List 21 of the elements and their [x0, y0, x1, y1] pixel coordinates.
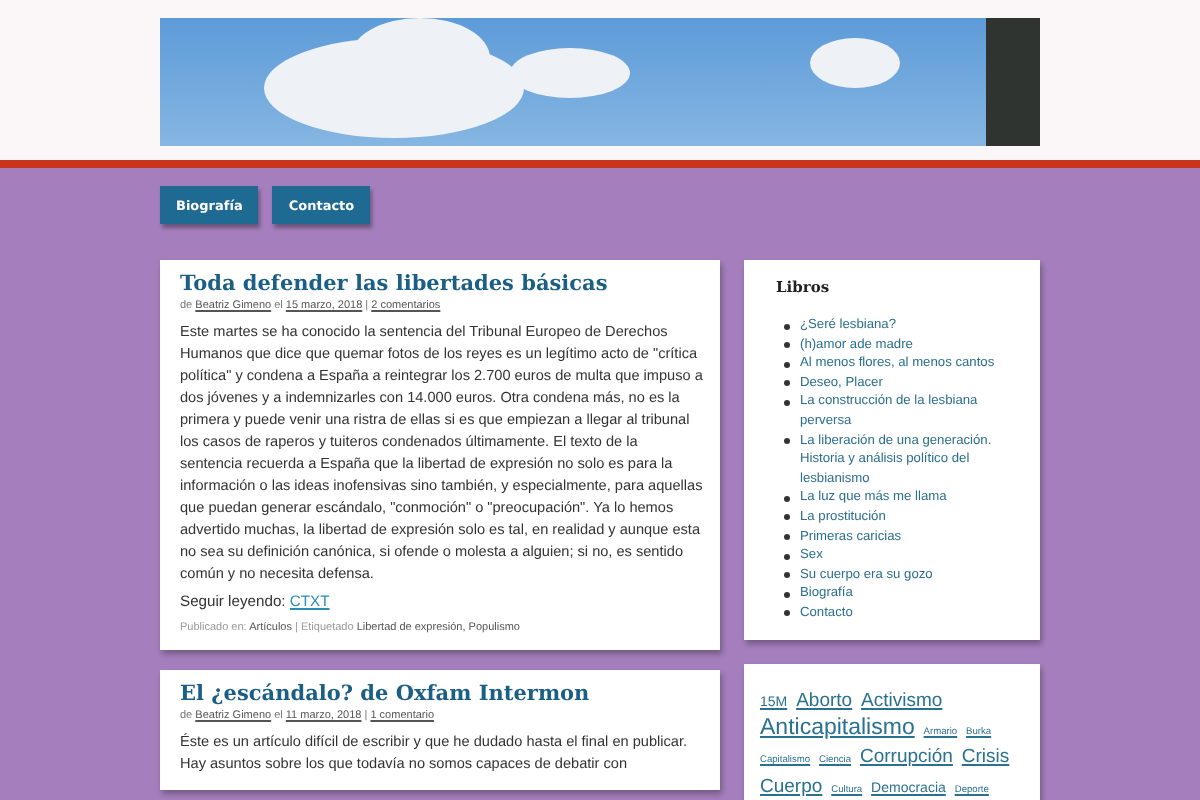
bullet-icon	[784, 495, 790, 502]
post-title[interactable]: Toda defender las libertades básicas	[180, 272, 704, 296]
tag-link[interactable]: Anticapitalismo	[760, 715, 915, 740]
bullet-icon	[784, 380, 790, 387]
bullet-icon	[784, 610, 790, 617]
bullet-icon	[784, 342, 790, 349]
tag-link[interactable]: Aborto	[796, 689, 853, 711]
bullet-icon	[784, 323, 790, 329]
post-title[interactable]: El ¿escándalo? de Oxfam Intermon	[180, 682, 704, 706]
bullet-icon	[784, 438, 790, 445]
bullet-icon	[784, 361, 790, 368]
tag-link[interactable]: Corrupción	[859, 746, 953, 769]
tag-link[interactable]: Activismo	[861, 689, 943, 711]
bullet-icon	[784, 514, 790, 521]
bullet-icon	[784, 572, 790, 579]
bullet-icon	[784, 534, 790, 541]
tag-link[interactable]: Cuerpo	[760, 775, 823, 798]
bullet-icon	[784, 591, 790, 598]
bullet-icon	[784, 553, 790, 560]
bullet-icon	[784, 399, 790, 406]
tag-link[interactable]: Crisis	[961, 746, 1010, 769]
